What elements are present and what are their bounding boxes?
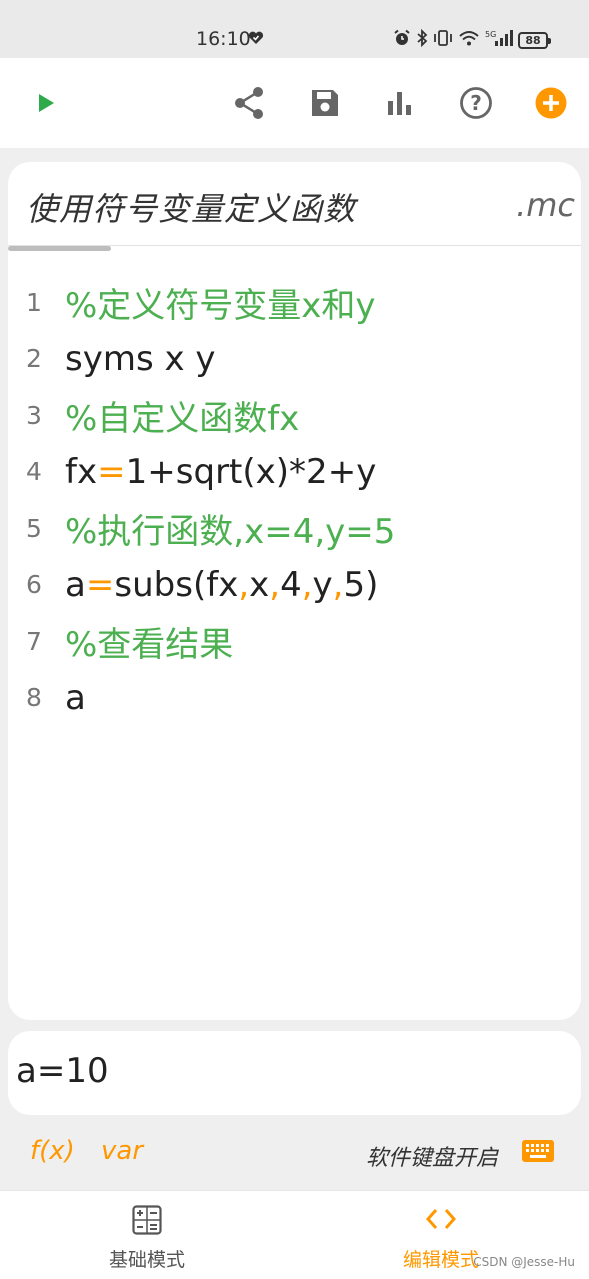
- share-icon[interactable]: [229, 83, 269, 123]
- bluetooth-icon: [416, 28, 428, 51]
- alarm-icon: [393, 29, 411, 51]
- add-icon[interactable]: [531, 83, 571, 123]
- code-text: %查看结果: [65, 624, 234, 665]
- code-line[interactable]: 6 a=subs(fx,x,4,y,5): [8, 557, 581, 614]
- toolbar: ?: [0, 58, 589, 148]
- keyboard-icon[interactable]: [522, 1139, 554, 1167]
- line-number: 7: [26, 626, 42, 656]
- code-line[interactable]: 2 syms x y: [8, 331, 581, 388]
- calculator-icon: [132, 1205, 162, 1239]
- svg-text:5G: 5G: [485, 30, 496, 39]
- result-text: a=10: [16, 1051, 109, 1091]
- code-text: syms x y: [65, 338, 216, 379]
- editor-card: 使用符号变量定义函数 .mc 1 %定义符号变量x和y 2 syms x y 3…: [8, 162, 581, 1020]
- wifi-icon: [458, 29, 480, 51]
- code-line[interactable]: 3 %自定义函数fx: [8, 387, 581, 444]
- var-button[interactable]: var: [101, 1136, 143, 1166]
- code-editor[interactable]: 1 %定义符号变量x和y 2 syms x y 3 %自定义函数fx 4 fx=…: [8, 274, 581, 726]
- status-icons: 5G 88: [393, 28, 551, 51]
- line-number: 5: [26, 513, 42, 543]
- function-toolbar: f(x) var 软件键盘开启: [0, 1130, 589, 1180]
- heart-icon: [248, 30, 264, 49]
- line-number: 3: [26, 400, 42, 430]
- status-time: 16:10: [196, 28, 251, 50]
- file-extension: .mc: [516, 186, 575, 224]
- file-title[interactable]: 使用符号变量定义函数: [26, 184, 356, 230]
- fx-button[interactable]: f(x): [30, 1136, 75, 1166]
- code-line[interactable]: 8 a: [8, 670, 581, 727]
- vibrate-icon: [433, 29, 453, 51]
- battery-icon: 88: [518, 31, 551, 49]
- file-header: 使用符号变量定义函数 .mc: [8, 162, 581, 246]
- watermark: CSDN @Jesse-Hu: [473, 1255, 575, 1269]
- code-line[interactable]: 7 %查看结果: [8, 613, 581, 670]
- line-number: 4: [26, 457, 42, 487]
- code-text: %定义符号变量x和y: [65, 285, 376, 326]
- code-text: a: [65, 677, 86, 718]
- nav-basic-mode[interactable]: 基础模式: [0, 1191, 294, 1279]
- save-icon[interactable]: [305, 83, 345, 123]
- keyboard-toggle-label[interactable]: 软件键盘开启: [366, 1140, 498, 1172]
- line-number: 8: [26, 683, 42, 713]
- signal-5g-icon: 5G: [485, 29, 513, 51]
- line-number: 1: [26, 287, 42, 317]
- code-text: %自定义函数fx: [65, 398, 300, 439]
- code-line[interactable]: 1 %定义符号变量x和y: [8, 274, 581, 331]
- run-icon[interactable]: [26, 83, 66, 123]
- code-text: a=subs(fx,x,4,y,5): [65, 564, 379, 605]
- nav-basic-label: 基础模式: [108, 1249, 185, 1271]
- help-icon[interactable]: ?: [456, 83, 496, 123]
- status-bar: 16:10 5G 88: [0, 0, 589, 58]
- code-line[interactable]: 5 %执行函数,x=4,y=5: [8, 500, 581, 557]
- scroll-indicator[interactable]: [8, 246, 111, 251]
- code-line[interactable]: 4 fx=1+sqrt(x)*2+y: [8, 444, 581, 501]
- line-number: 6: [26, 570, 42, 600]
- result-output: a=10: [8, 1031, 581, 1115]
- code-brackets-icon: [424, 1205, 458, 1237]
- code-text: %执行函数,x=4,y=5: [65, 511, 396, 552]
- code-text: fx=1+sqrt(x)*2+y: [65, 451, 377, 492]
- line-number: 2: [26, 344, 42, 374]
- chart-icon[interactable]: [380, 83, 420, 123]
- svg-text:?: ?: [470, 91, 482, 115]
